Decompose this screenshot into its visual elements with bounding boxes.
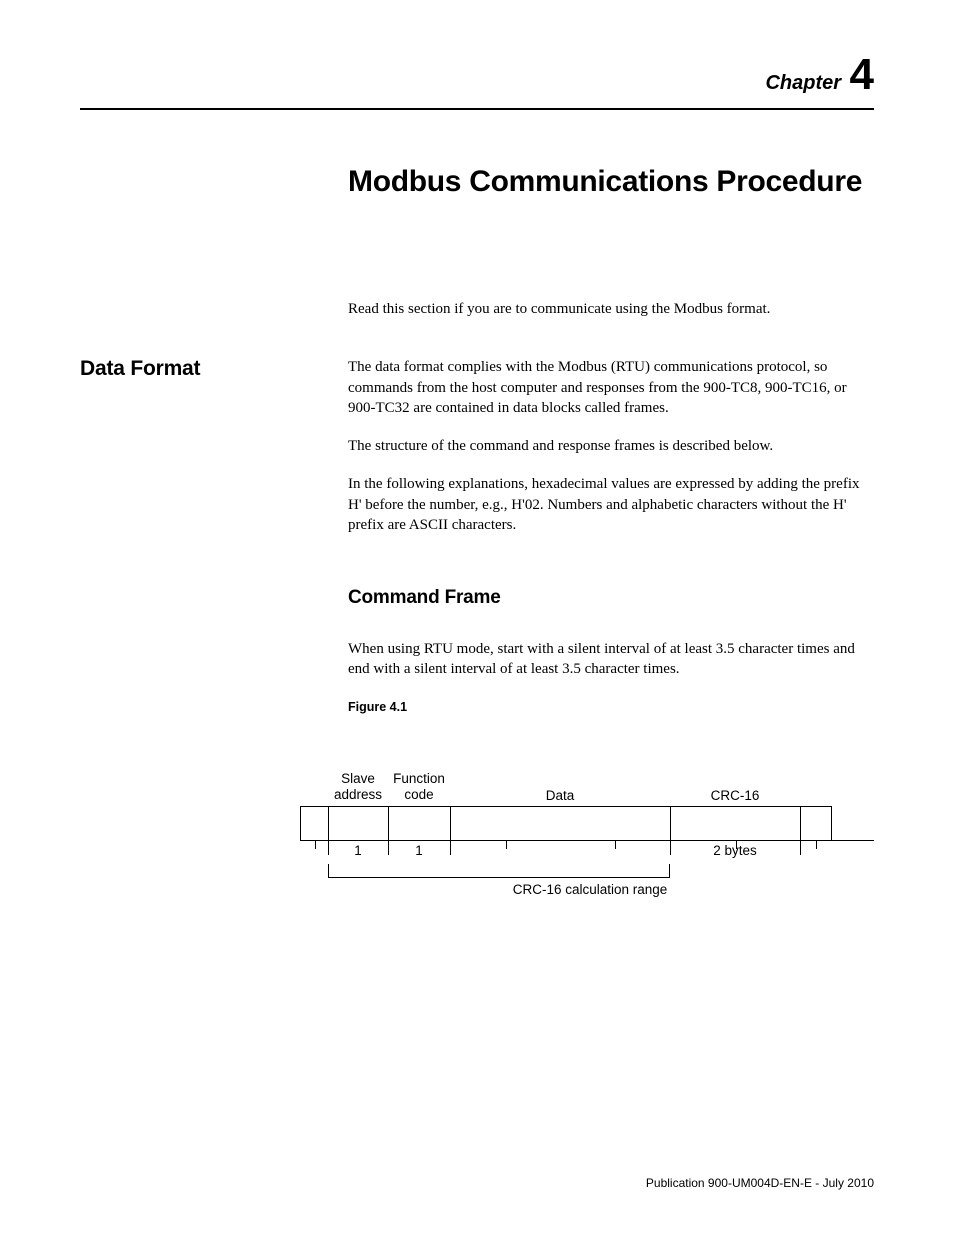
box-slave xyxy=(328,806,388,840)
box-data xyxy=(450,806,670,840)
frame-diagram: Slave address Function code Data CRC-16 xyxy=(300,771,874,888)
figure-label: Figure 4.1 xyxy=(348,699,874,716)
label-function-code: Function code xyxy=(388,771,450,803)
chapter-rule xyxy=(80,108,874,110)
frame-boxes xyxy=(300,806,874,841)
crc-range-bracket xyxy=(328,864,670,878)
diagram-top-labels: Slave address Function code Data CRC-16 xyxy=(300,771,874,803)
label-slave-address: Slave address xyxy=(328,771,388,803)
section-heading-data-format: Data Format xyxy=(80,357,348,381)
label-data: Data xyxy=(450,788,670,803)
body-paragraph: The data format complies with the Modbus… xyxy=(348,357,874,418)
chapter-label: Chapter xyxy=(765,72,841,94)
box-silent-left xyxy=(300,806,328,840)
label-crc16: CRC-16 xyxy=(670,788,800,803)
crc-range: CRC-16 calculation range xyxy=(300,864,874,888)
chapter-title: Modbus Communications Procedure xyxy=(348,165,874,199)
label-function-bytes: 1 xyxy=(388,843,450,858)
intro-paragraph: Read this section if you are to communic… xyxy=(348,299,874,319)
box-func xyxy=(388,806,450,840)
label-slave-bytes: 1 xyxy=(328,843,388,858)
subsection-heading-command-frame: Command Frame xyxy=(348,585,874,611)
diagram-bottom-labels: 1 1 2 bytes xyxy=(300,843,874,858)
body-paragraph: When using RTU mode, start with a silent… xyxy=(348,639,874,680)
chapter-number: 4 xyxy=(850,50,874,99)
box-crc xyxy=(670,806,800,840)
chapter-header: Chapter 4 xyxy=(80,50,874,100)
publication-footer: Publication 900-UM004D-EN-E - July 2010 xyxy=(646,1176,874,1190)
body-paragraph: In the following explanations, hexadecim… xyxy=(348,474,874,535)
box-silent-right xyxy=(800,806,832,840)
body-paragraph: The structure of the command and respons… xyxy=(348,436,874,456)
crc-range-label: CRC-16 calculation range xyxy=(450,882,730,897)
